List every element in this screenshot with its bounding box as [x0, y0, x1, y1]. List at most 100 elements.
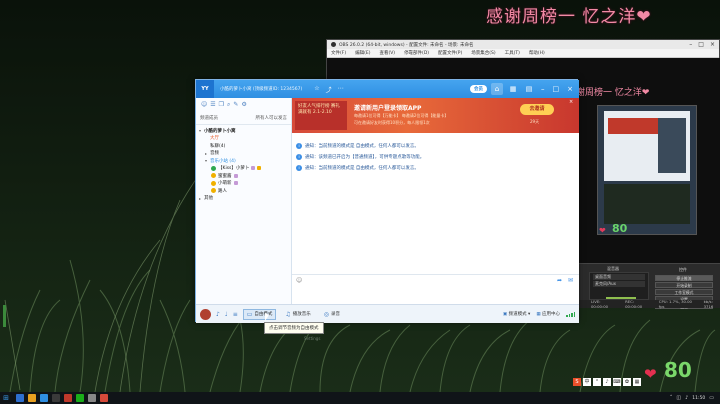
yy-client-window[interactable]: YY 小酷的萝卜小窝 (顶级频道ID: 1234567) ☆ ⤴ ⋯ 会员 ⌂ …: [195, 79, 579, 323]
info-icon: i: [296, 153, 302, 160]
chat-bubble-icon[interactable]: ✉: [568, 277, 573, 284]
menu-help[interactable]: 帮助(H): [529, 50, 545, 56]
menu-view[interactable]: 查看(V): [379, 50, 395, 56]
info-icon: i: [296, 164, 302, 171]
ime-toolbar[interactable]: S 中 ° ♪ ⌨ ✿ ▦: [573, 378, 641, 386]
browser-icon[interactable]: [16, 394, 24, 402]
channel-tree: ▾ 小酷的萝卜小窝 大厅 私聊(4) ▸ 音频 ▾ 音乐小站 (4) 【Kiss】小萝…: [196, 125, 291, 204]
minimize-icon[interactable]: –: [539, 85, 547, 93]
obs-app-icon[interactable]: [52, 394, 60, 402]
menu-scene-collection[interactable]: 场景集合(S): [471, 50, 495, 56]
stop-streaming-button[interactable]: 停止推流: [655, 275, 713, 281]
ime-tools-icon[interactable]: ▦: [633, 378, 641, 386]
equalizer-icon[interactable]: ≡: [233, 311, 238, 318]
user-avatar-icon: [211, 180, 216, 186]
tree-user[interactable]: 蜜蜜酱: [199, 172, 288, 180]
group-icon[interactable]: ☰: [210, 101, 215, 109]
menu-edit[interactable]: 编辑(E): [355, 50, 370, 56]
app-icon[interactable]: [88, 394, 96, 402]
tree-user[interactable]: 小萌新: [199, 180, 288, 188]
mixer-row-desktop: 桌面音频: [593, 274, 645, 280]
badge-icon: [233, 173, 238, 178]
promo-banner[interactable]: 好友人气排行榜 赛礼满就有 2.1-2.10 邀请新用户登录领取APP 每邀请1…: [292, 98, 579, 133]
yy-titlebar[interactable]: YY 小酷的萝卜小窝 (顶级频道ID: 1234567) ☆ ⤴ ⋯ 会员 ⌂ …: [196, 80, 579, 98]
badge-icon: [251, 166, 256, 171]
speak-permission[interactable]: 所有人可以发言: [256, 115, 288, 121]
app-icon[interactable]: [100, 394, 108, 402]
ime-logo-icon[interactable]: S: [573, 378, 581, 386]
ime-skin-icon[interactable]: ✿: [623, 378, 631, 386]
maximize-icon[interactable]: □: [551, 85, 562, 93]
screen-icon: ▭: [246, 310, 253, 318]
tree-item-audio[interactable]: ▸ 音频: [199, 150, 288, 158]
yy-logo-icon[interactable]: YY: [196, 80, 214, 98]
music-app-icon[interactable]: [64, 394, 72, 402]
mouse-cursor-icon: [265, 313, 269, 321]
share-icon[interactable]: ⤴: [326, 85, 332, 94]
network-icon[interactable]: ◫: [676, 395, 681, 401]
studio-mode-button[interactable]: 工作室模式: [655, 289, 713, 295]
menu-docks[interactable]: 停靠部件(D): [404, 50, 429, 56]
vip-badge[interactable]: 会员: [470, 85, 487, 93]
banner-line-1: 每邀请1位可得【万能卡】 每邀请2位可得【能量卡】: [354, 113, 449, 118]
bookmark-icon[interactable]: ❐: [219, 101, 224, 109]
ime-lang-icon[interactable]: 中: [583, 378, 591, 386]
banner-close-icon[interactable]: ×: [569, 99, 573, 105]
menu-file[interactable]: 文件(F): [331, 50, 346, 56]
tree-item-private[interactable]: 私聊(4): [199, 142, 288, 150]
more-icon[interactable]: ⋯: [338, 85, 344, 94]
settings-icon[interactable]: ⚙: [241, 101, 246, 109]
menu-profile[interactable]: 配置文件(P): [438, 50, 462, 56]
yy-app-icon[interactable]: [40, 394, 48, 402]
edit-icon[interactable]: ✎: [233, 101, 238, 109]
channel-mode-dropdown[interactable]: ▣ 频道模式 ▾: [503, 311, 530, 317]
grid-icon[interactable]: ▦: [507, 83, 519, 95]
ime-punct-icon[interactable]: °: [593, 378, 601, 386]
mixer-row-mic: 麦克风/Aux: [593, 281, 645, 287]
ime-mic-icon[interactable]: ♪: [603, 378, 611, 386]
controls-title: 控件: [679, 267, 687, 272]
audio-mixer[interactable]: 桌面音频 麦克风/Aux: [589, 272, 649, 300]
record-button[interactable]: ◎ 录音: [320, 309, 344, 320]
ime-keyboard-icon[interactable]: ⌨: [613, 378, 621, 386]
close-icon[interactable]: ×: [565, 85, 575, 93]
list-icon[interactable]: ▤: [523, 83, 535, 95]
menu-tools[interactable]: 工具(T): [505, 50, 520, 56]
notification-icon[interactable]: ▭: [709, 395, 714, 401]
system-message: i 通知：当前频道的模式是 自由模式，任何人都可以发言。: [296, 162, 576, 173]
tab-members[interactable]: 频道成员: [200, 115, 218, 121]
info-icon: i: [296, 142, 302, 149]
chat-app-icon[interactable]: [76, 394, 84, 402]
tree-user-host[interactable]: 【Kiss】小萝卜: [199, 165, 288, 173]
folder-icon[interactable]: [28, 394, 36, 402]
voice-mode-button[interactable]: ▭ 自由模式: [242, 308, 277, 320]
tree-item-other[interactable]: ▸ 其他: [199, 195, 288, 203]
minimize-icon[interactable]: –: [689, 41, 692, 48]
user-icon[interactable]: ☺: [201, 101, 207, 109]
tree-item-channel[interactable]: ▾ 小酷的萝卜小窝: [199, 127, 288, 135]
app-center-button[interactable]: ▦ 应用中心: [536, 311, 560, 317]
banner-left-ad[interactable]: 好友人气排行榜 赛礼满就有 2.1-2.10: [295, 101, 347, 130]
tree-user[interactable]: 路人: [199, 187, 288, 195]
send-icon[interactable]: ➦: [557, 277, 562, 284]
volume-icon[interactable]: ♪: [685, 395, 688, 401]
clock[interactable]: 11:50: [692, 396, 705, 401]
avatar[interactable]: [200, 308, 211, 320]
tree-item-hall[interactable]: 大厅: [199, 135, 288, 143]
start-button[interactable]: ⊞: [0, 392, 12, 404]
home-icon[interactable]: ⌂: [491, 83, 503, 95]
chat-input[interactable]: ☺ ➦ ✉: [292, 274, 579, 304]
start-recording-button[interactable]: 开始录制: [655, 282, 713, 288]
microphone-icon[interactable]: ♩: [225, 311, 228, 318]
maximize-icon[interactable]: □: [698, 41, 704, 48]
emoji-icon[interactable]: ☺: [296, 277, 302, 284]
invite-button[interactable]: 去邀请: [520, 104, 554, 115]
tree-item-music[interactable]: ▾ 音乐小站 (4): [199, 157, 288, 165]
search-icon[interactable]: ⌕: [227, 101, 230, 109]
favorite-icon[interactable]: ☆: [314, 85, 319, 94]
obs-titlebar[interactable]: OBS 26.0.2 (64-bit, windows) - 配置文件: 未命名…: [327, 40, 719, 49]
chevron-up-icon[interactable]: ˄: [670, 395, 673, 401]
speaker-icon[interactable]: ♪: [216, 311, 220, 318]
close-icon[interactable]: ×: [710, 41, 715, 48]
play-music-button[interactable]: ♫ 播放音乐: [281, 309, 314, 320]
